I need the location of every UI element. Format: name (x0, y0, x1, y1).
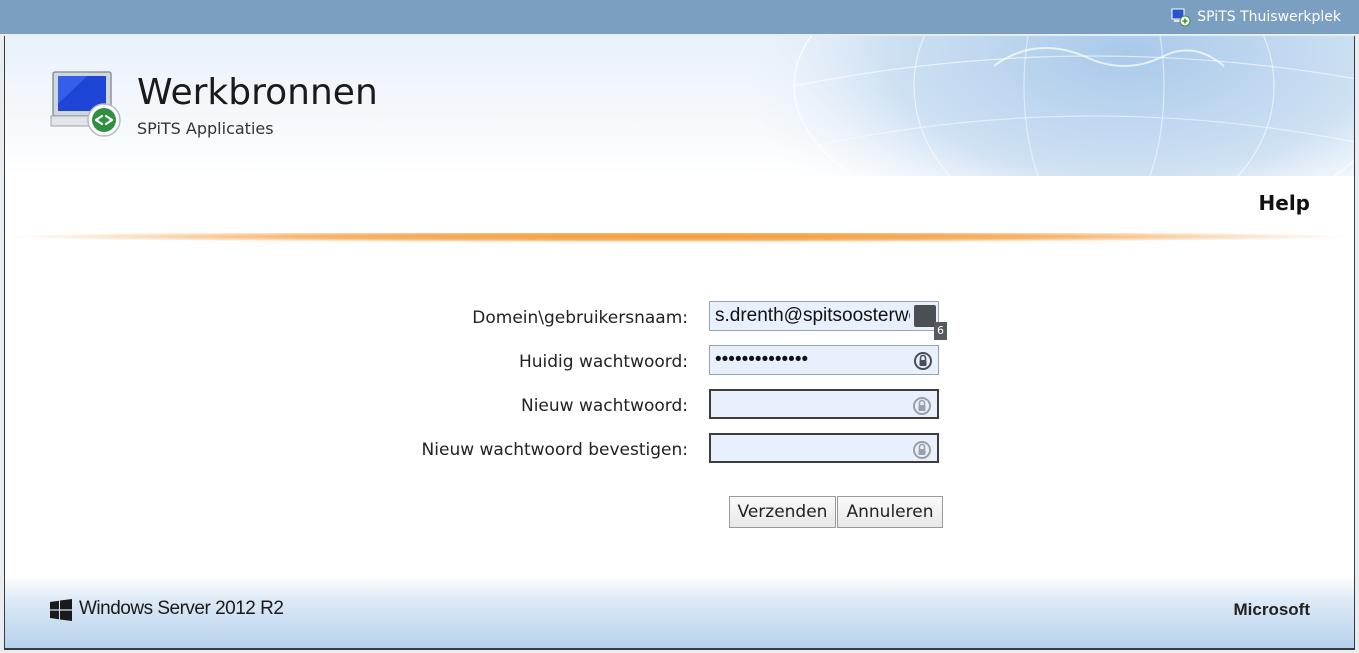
new-password-label: Nieuw wachtwoord: (520, 396, 688, 416)
confirm-password-input[interactable] (711, 435, 937, 461)
page-header: Werkbronnen SPiTS Applicaties (5, 36, 1354, 176)
current-password-label: Huidig wachtwoord: (518, 352, 688, 372)
submit-button[interactable]: Verzenden (729, 496, 836, 528)
page-title: Werkbronnen (137, 72, 378, 113)
new-password-field-wrapper (709, 389, 939, 419)
frame-bottom-border (4, 648, 1355, 650)
password-fill-icon[interactable] (911, 395, 933, 417)
product-name: SPiTS Thuiswerkplek (1197, 9, 1341, 25)
windows-logo-icon (50, 599, 72, 621)
new-password-input[interactable] (711, 391, 937, 417)
confirm-password-field-wrapper (709, 433, 939, 463)
username-label: Domein\gebruikersnaam: (472, 308, 688, 328)
main-frame: Werkbronnen SPiTS Applicaties Help Domei… (4, 36, 1355, 648)
cancel-button[interactable]: Annuleren (837, 496, 943, 528)
password-fill-icon[interactable] (911, 439, 933, 461)
current-password-field-wrapper (709, 345, 939, 375)
os-label: Windows Server 2012 R2 (79, 598, 284, 619)
username-field-wrapper (709, 301, 939, 331)
page-footer: Windows Server 2012 R2 Microsoft (5, 576, 1354, 648)
password-manager-count-badge: 6 (934, 322, 947, 340)
microsoft-logo: Microsoft (1233, 600, 1311, 619)
username-input[interactable] (710, 302, 938, 330)
remote-desktop-monitor-icon (50, 71, 121, 137)
password-manager-icon[interactable] (914, 305, 936, 327)
confirm-password-label: Nieuw wachtwoord bevestigen: (421, 440, 688, 460)
page-subtitle: SPiTS Applicaties (137, 119, 274, 138)
header-divider (5, 233, 1354, 245)
globe-watermark-icon (754, 36, 1354, 176)
password-fill-icon[interactable] (912, 350, 934, 372)
help-link[interactable]: Help (1259, 191, 1310, 215)
current-password-input[interactable] (710, 346, 938, 374)
top-bar: SPiTS Thuiswerkplek (0, 0, 1359, 34)
remote-app-icon (1171, 8, 1191, 27)
product-badge: SPiTS Thuiswerkplek (1171, 7, 1341, 27)
